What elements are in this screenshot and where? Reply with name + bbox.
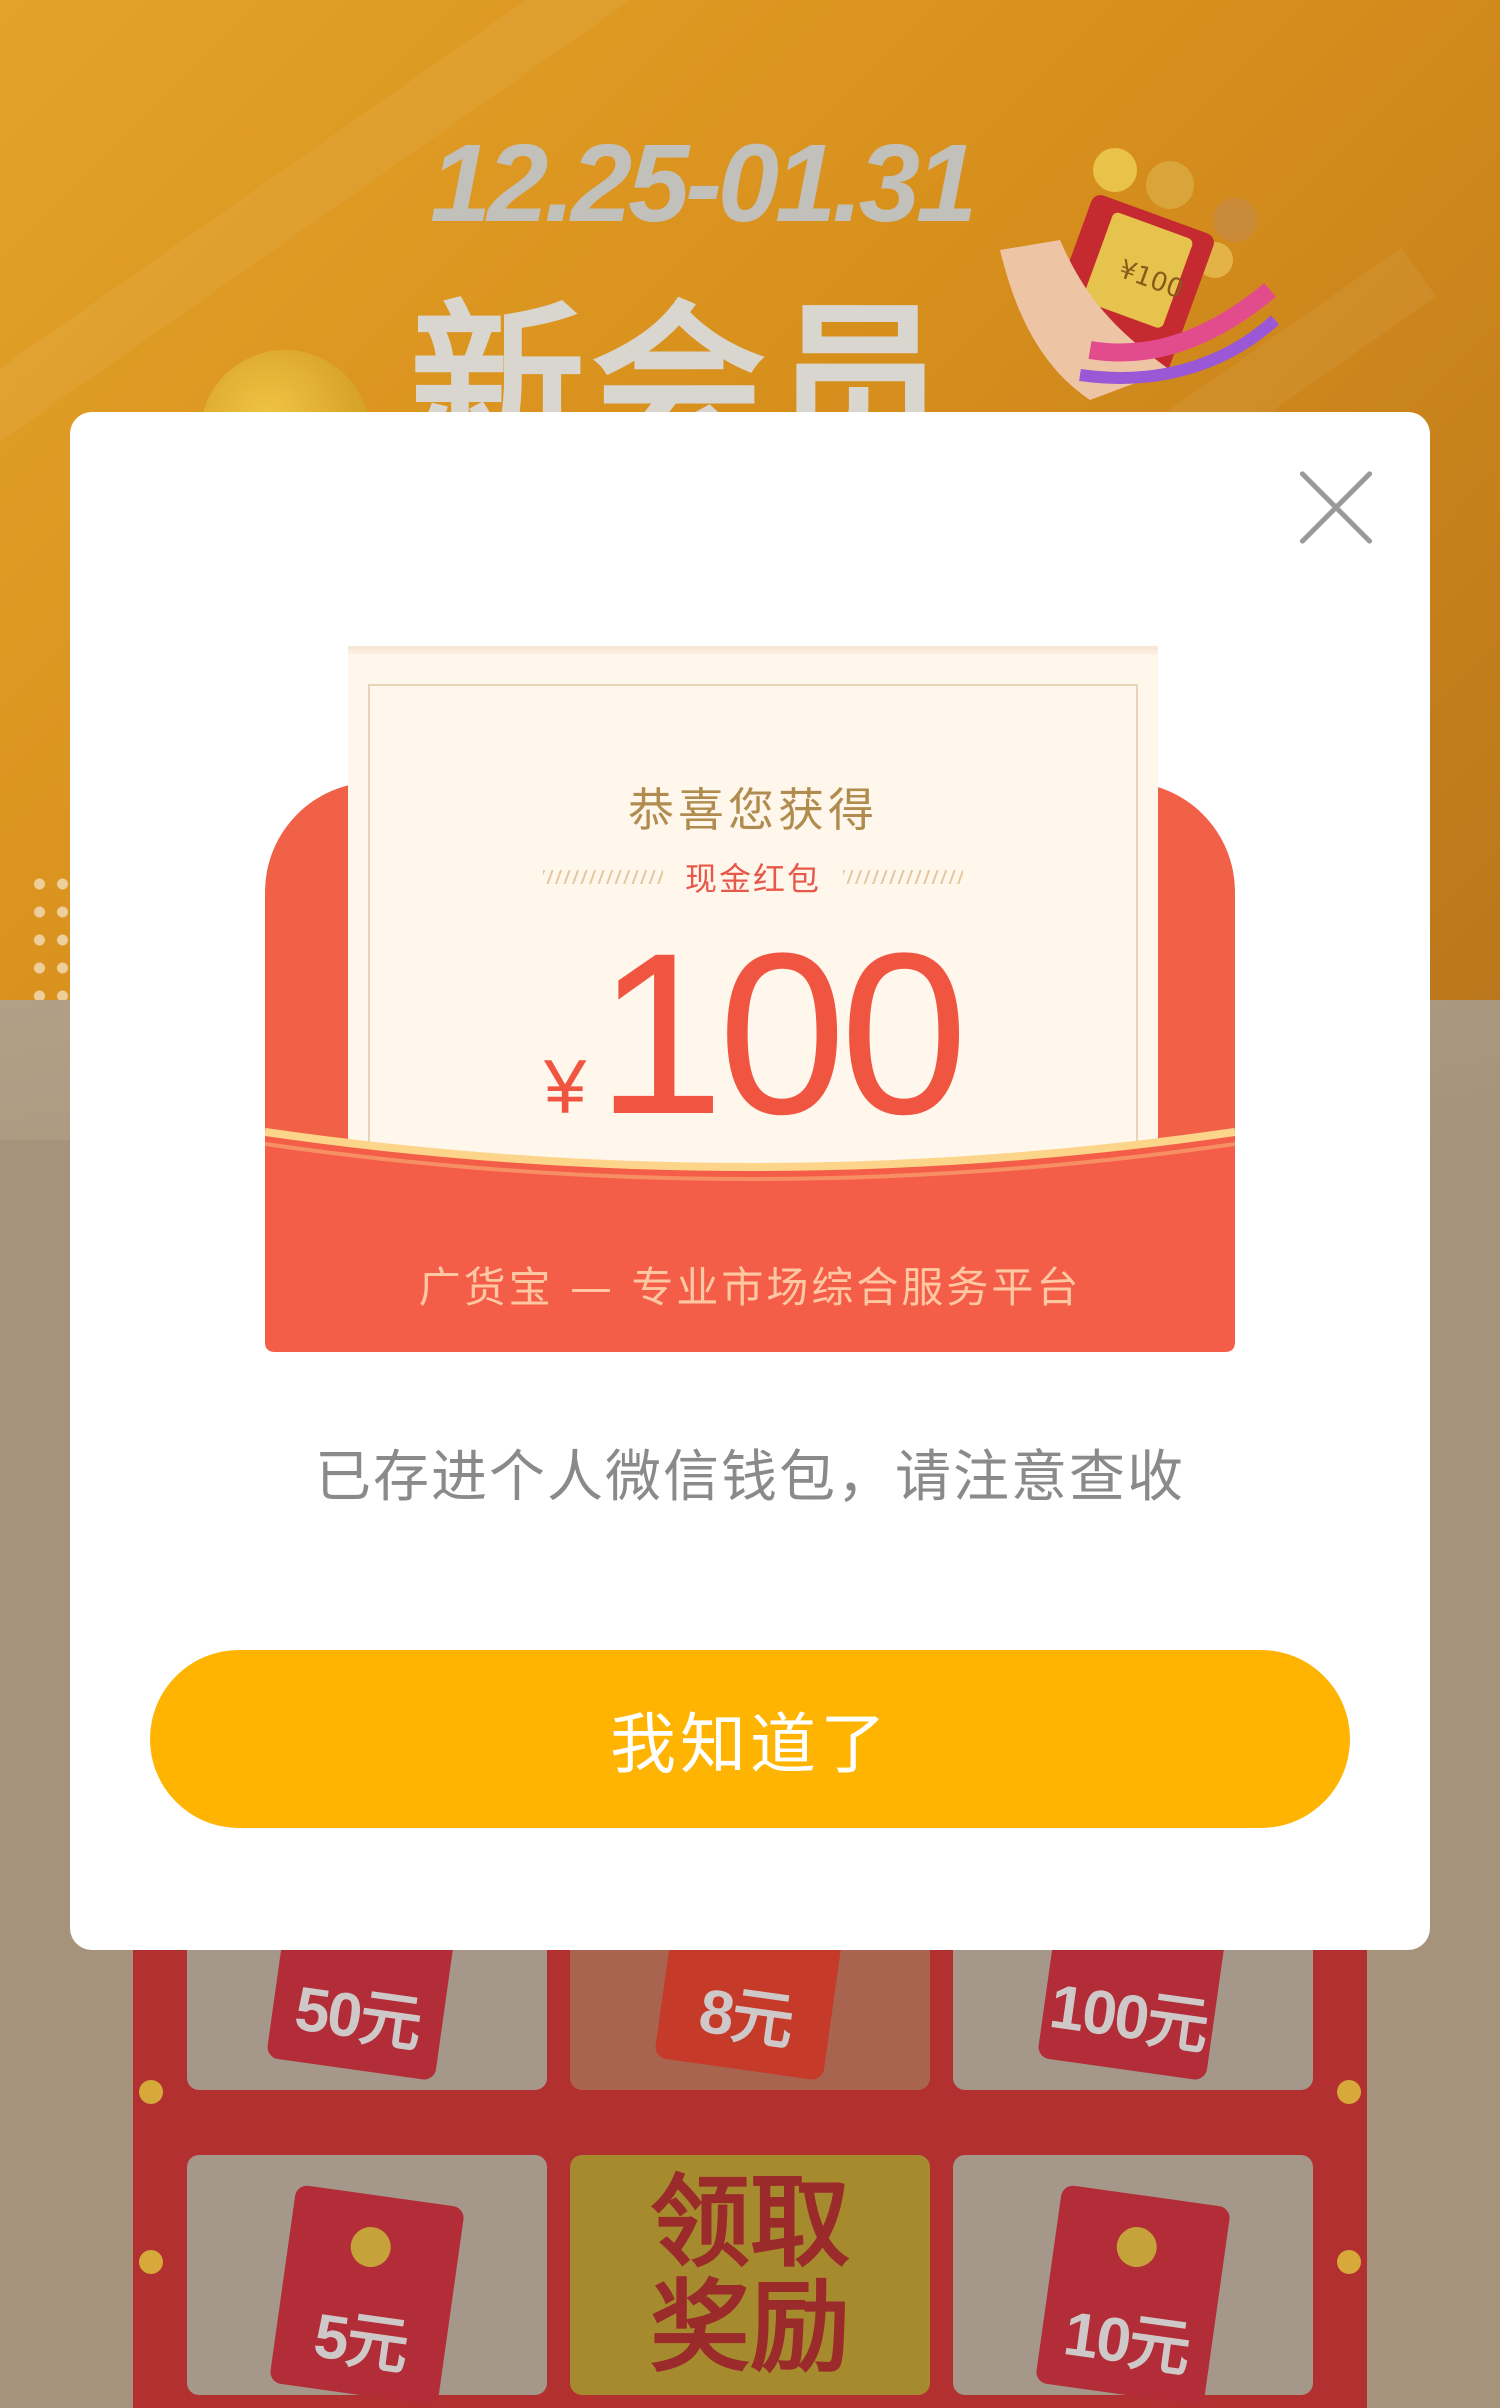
cash-label: 现金红包	[684, 860, 821, 898]
wallet-notice: 已存进个人微信钱包，请注意查收	[315, 1445, 1185, 1510]
close-icon[interactable]	[1296, 468, 1376, 548]
red-packet-dialog: 恭喜您获得 现金红包 ¥100 广货宝 — 专业市场综合服务平台 已存进个人微信…	[70, 412, 1430, 1950]
congrats-text: 恭喜您获得	[628, 783, 878, 837]
envelope-front: 广货宝 — 专业市场综合服务平台	[265, 1092, 1235, 1352]
red-envelope-illustration: 恭喜您获得 现金红包 ¥100 广货宝 — 专业市场综合服务平台	[265, 642, 1235, 1362]
confirm-button[interactable]: 我知道了	[150, 1650, 1350, 1828]
platform-tagline: 广货宝 — 专业市场综合服务平台	[418, 1263, 1082, 1312]
cash-label-row: 现金红包	[348, 854, 1158, 900]
hatch-decoration	[843, 870, 963, 884]
hatch-decoration	[542, 870, 663, 884]
